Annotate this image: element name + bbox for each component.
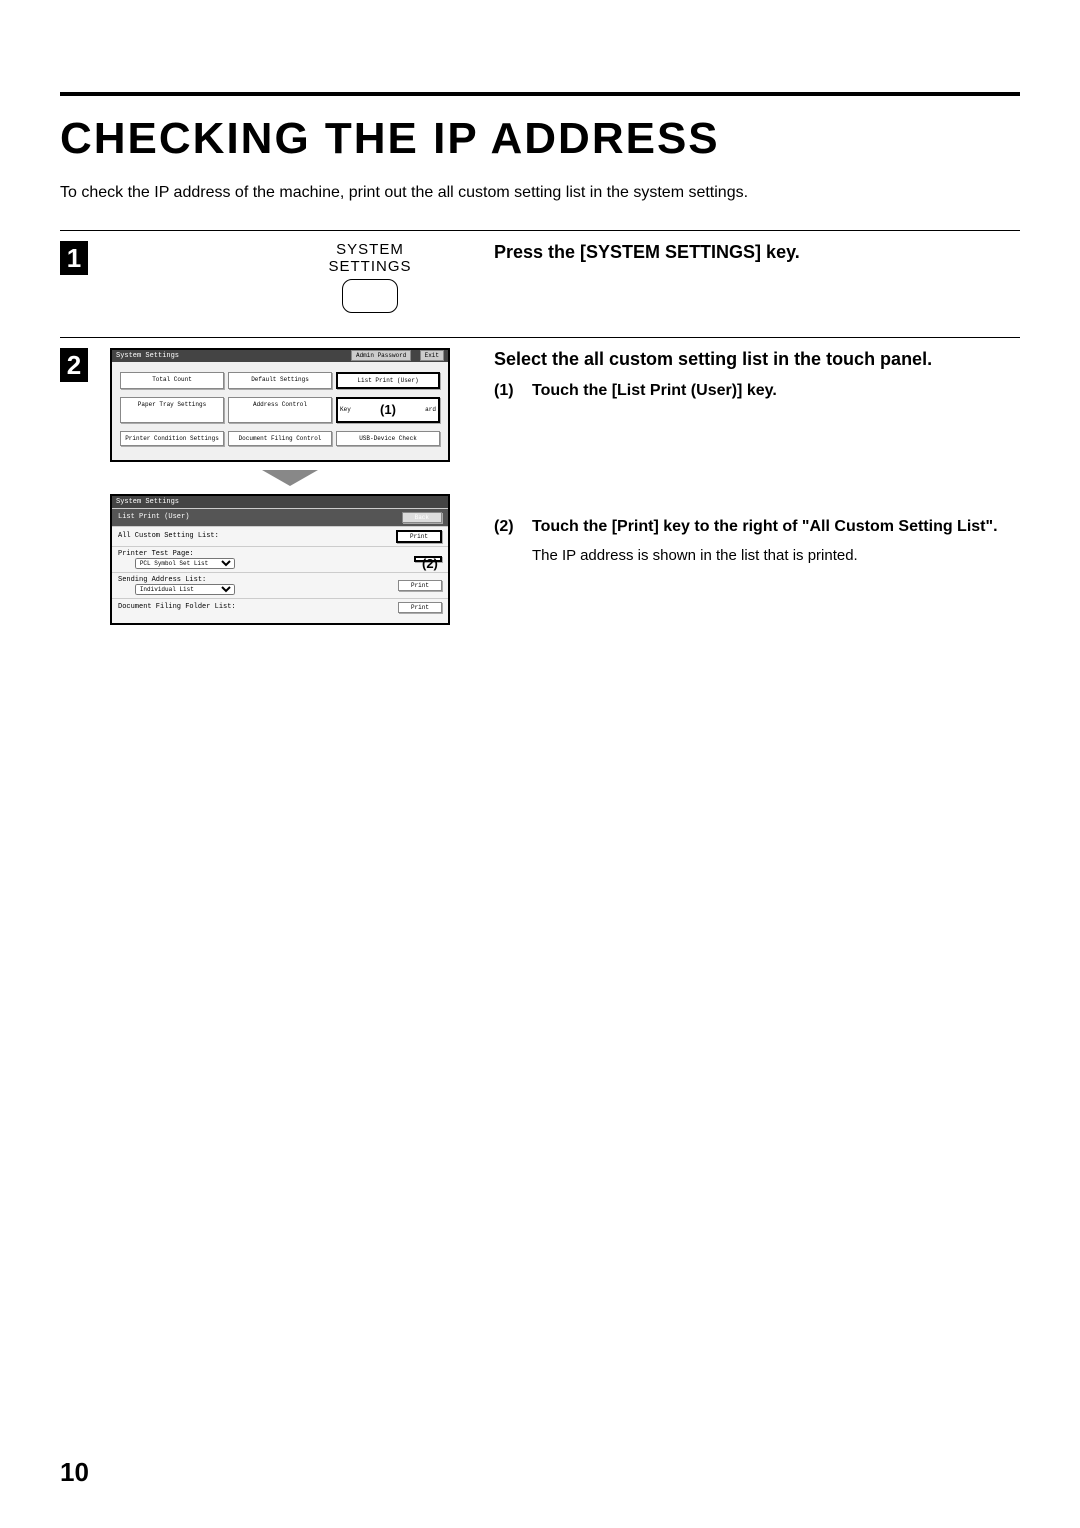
row-doc-filing-folder: Document Filing Folder List: — [118, 603, 236, 611]
step2-heading: Select the all custom setting list in th… — [494, 348, 1020, 371]
btn-keyboard-callout: Key (1) ard — [336, 397, 440, 423]
row-printer-test: Printer Test Page: — [118, 550, 194, 558]
btn-usb-device-check: USB-Device Check — [336, 431, 440, 446]
touchpanel-settings-screenshot: System Settings Admin Password Exit Tota… — [110, 348, 450, 462]
exit-button: Exit — [420, 350, 444, 361]
back-button: Back — [402, 512, 442, 523]
callout-2: (2) — [422, 556, 438, 571]
btn-address-control: Address Control — [228, 397, 332, 423]
print-button-all: Print — [396, 530, 442, 543]
touchpanel-listprint-screenshot: System Settings List Print (User) Back A… — [110, 494, 450, 625]
down-arrow-icon — [262, 470, 318, 486]
manual-page: CHECKING THE IP ADDRESS To check the IP … — [0, 0, 1080, 1528]
top-rule — [60, 92, 1020, 96]
admin-password-button: Admin Password — [351, 350, 411, 361]
callout-1: (1) — [380, 402, 396, 418]
btn-list-print-user: List Print (User) — [336, 372, 440, 389]
step-number-2: 2 — [60, 348, 88, 382]
system-label-line2: SETTINGS — [328, 258, 411, 275]
panel1-title: System Settings — [116, 352, 179, 360]
panel2-subtitle: List Print (User) — [118, 513, 189, 521]
intro-text: To check the IP address of the machine, … — [60, 184, 1020, 202]
page-number: 10 — [60, 1457, 89, 1488]
system-settings-key-icon — [342, 279, 398, 313]
page-title: CHECKING THE IP ADDRESS — [60, 114, 1020, 164]
row-all-custom: All Custom Setting List: — [118, 532, 219, 540]
system-label-line1: SYSTEM — [336, 241, 404, 258]
sub2-num: (2) — [494, 515, 522, 568]
print-button-test: (2) — [414, 556, 442, 562]
sub2-note: The IP address is shown in the list that… — [532, 545, 998, 568]
sub1-num: (1) — [494, 379, 522, 403]
btn-total-count: Total Count — [120, 372, 224, 389]
print-button-send: Print — [398, 580, 442, 591]
btn-default-settings: Default Settings — [228, 372, 332, 389]
step-1: 1 SYSTEM SETTINGS Press the [SYSTEM SETT… — [60, 230, 1020, 313]
btn-paper-tray: Paper Tray Settings — [120, 397, 224, 423]
step-number-1: 1 — [60, 241, 88, 275]
sub1-text: Touch the [List Print (User)] key. — [532, 379, 777, 403]
step1-heading: Press the [SYSTEM SETTINGS] key. — [494, 241, 1020, 264]
print-button-folder: Print — [398, 602, 442, 613]
btn-printer-condition: Printer Condition Settings — [120, 431, 224, 446]
btn-doc-filing-control: Document Filing Control — [228, 431, 332, 446]
panel2-title: System Settings — [112, 496, 448, 508]
sending-address-select: Individual List — [135, 584, 235, 595]
test-page-select: PCL Symbol Set List — [135, 558, 235, 569]
sub2-text: Touch the [Print] key to the right of "A… — [532, 518, 998, 535]
step-2: 2 System Settings Admin Password Exit To… — [60, 337, 1020, 625]
row-sending-address: Sending Address List: — [118, 576, 206, 584]
step1-graphic: SYSTEM SETTINGS — [110, 241, 470, 313]
